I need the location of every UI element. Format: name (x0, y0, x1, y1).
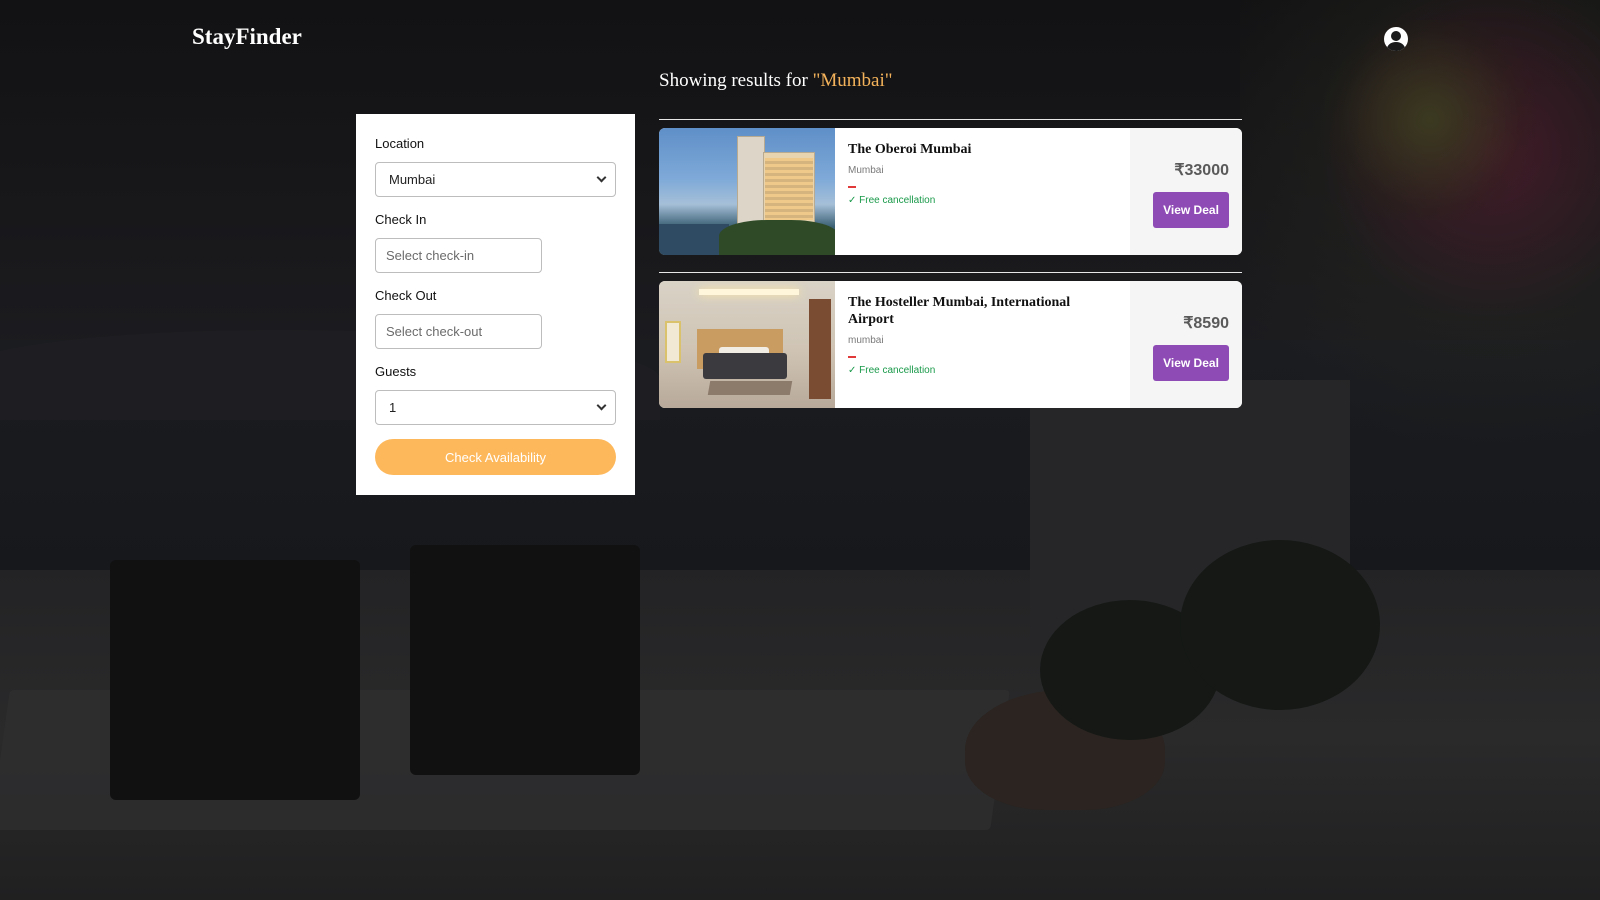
check-availability-button[interactable]: Check Availability (375, 439, 616, 475)
hotel-card[interactable]: The Oberoi Mumbai Mumbai ✓ Free cancella… (659, 128, 1242, 255)
user-circle-icon[interactable] (1384, 27, 1408, 51)
results-query: "Mumbai" (812, 70, 893, 91)
results-heading: Showing results for "Mumbai" (659, 70, 892, 92)
results-prefix: Showing results for (659, 70, 813, 91)
checkout-label: Check Out (375, 288, 437, 303)
hotel-city: mumbai (848, 335, 884, 346)
location-value: Mumbai (389, 172, 436, 187)
hotel-name[interactable]: The Oberoi Mumbai (848, 141, 1117, 158)
top-navbar: StayFinder (0, 0, 1600, 76)
guests-label: Guests (375, 364, 417, 379)
divider (659, 272, 1242, 273)
location-select[interactable]: Mumbai (375, 162, 616, 197)
hotel-info: The Hosteller Mumbai, International Airp… (835, 281, 1130, 408)
hotel-city: Mumbai (848, 165, 884, 176)
view-deal-button[interactable]: View Deal (1153, 192, 1229, 228)
brand-logo[interactable]: StayFinder (192, 24, 302, 50)
divider (659, 119, 1242, 120)
hotel-info: The Oberoi Mumbai Mumbai ✓ Free cancella… (835, 128, 1130, 255)
rating-dash (848, 356, 856, 358)
checkin-placeholder: Select check-in (386, 248, 475, 263)
price-column: ₹33000 View Deal (1130, 128, 1242, 255)
guests-select[interactable]: 1 (375, 390, 616, 425)
hotel-card[interactable]: The Hosteller Mumbai, International Airp… (659, 281, 1242, 408)
hotel-price: ₹33000 (1174, 162, 1229, 179)
rating-dash (848, 186, 856, 188)
free-cancellation: ✓ Free cancellation (848, 365, 936, 376)
hotel-name[interactable]: The Hosteller Mumbai, International Airp… (848, 294, 1117, 328)
hotel-price: ₹8590 (1183, 315, 1229, 332)
checkout-input[interactable]: Select check-out (375, 314, 542, 349)
chevron-down-icon (596, 400, 607, 411)
hotel-photo[interactable] (659, 128, 835, 255)
checkin-input[interactable]: Select check-in (375, 238, 542, 273)
checkin-label: Check In (375, 212, 427, 227)
free-cancellation: ✓ Free cancellation (848, 195, 936, 206)
guests-value: 1 (389, 400, 397, 415)
search-filter-card: Location Mumbai Check In Select check-in… (356, 114, 635, 495)
checkout-placeholder: Select check-out (386, 324, 483, 339)
price-column: ₹8590 View Deal (1130, 281, 1242, 408)
location-label: Location (375, 136, 425, 151)
hotel-photo[interactable] (659, 281, 835, 408)
chevron-down-icon (596, 172, 607, 183)
view-deal-button[interactable]: View Deal (1153, 345, 1229, 381)
